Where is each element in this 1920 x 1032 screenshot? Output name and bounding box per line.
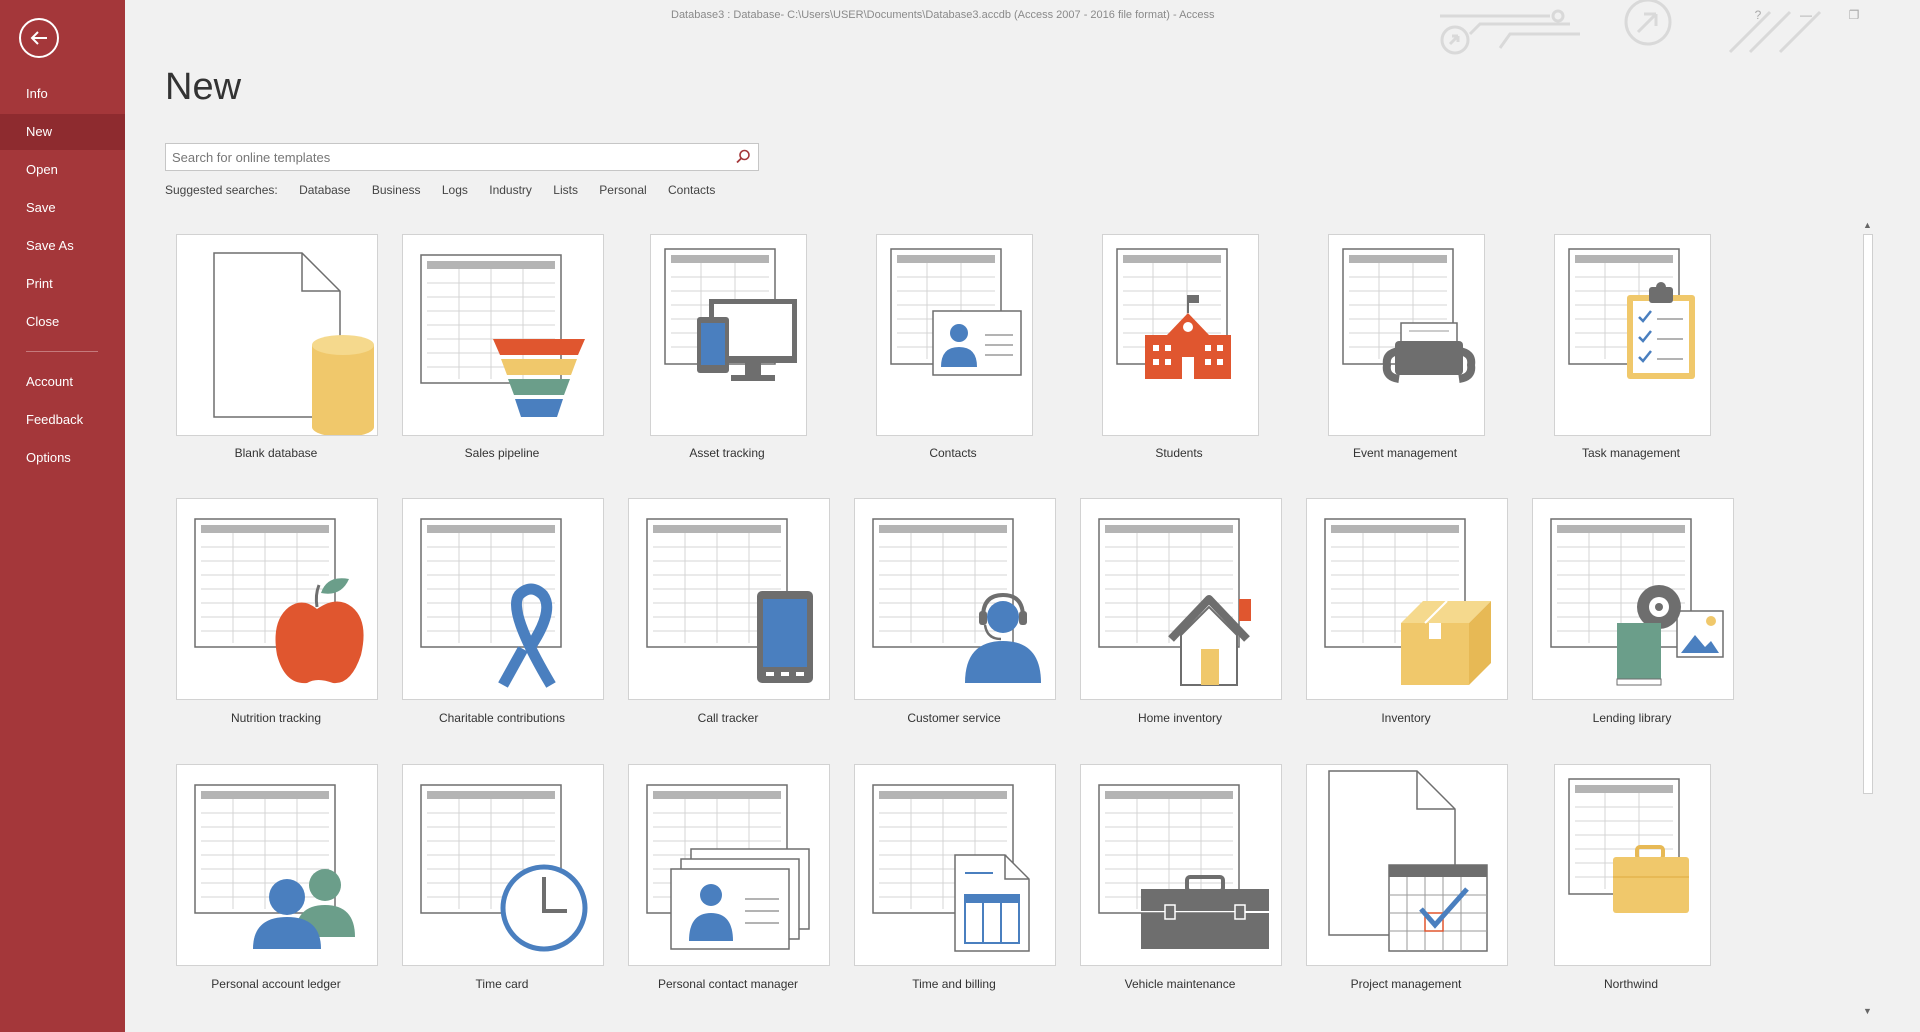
briefcase-icon	[1568, 778, 1689, 913]
template-label: Students	[1155, 446, 1203, 460]
template-tile-northwind[interactable]	[1554, 764, 1711, 966]
template-label: Sales pipeline	[464, 446, 540, 460]
nav-account[interactable]: Account	[0, 364, 125, 400]
template-tile-lending-library[interactable]	[1532, 498, 1734, 700]
box-icon	[1324, 518, 1491, 685]
template-label: Personal contact manager	[657, 977, 799, 991]
house-icon	[1098, 518, 1251, 686]
template-label: Project management	[1350, 977, 1462, 991]
nav-feedback[interactable]: Feedback	[0, 402, 125, 438]
contact-cards-icon	[646, 784, 810, 950]
nav-print[interactable]: Print	[0, 266, 125, 302]
back-button[interactable]	[19, 18, 59, 58]
template-tile-students[interactable]	[1102, 234, 1259, 436]
calendar-check-icon	[1328, 770, 1488, 952]
school-icon	[1116, 248, 1231, 379]
book-disc-picture-icon	[1550, 518, 1724, 686]
template-label: Blank database	[234, 446, 318, 460]
nav-info[interactable]: Info	[0, 76, 125, 112]
template-tile-time-and-billing[interactable]	[854, 764, 1056, 966]
template-tile-project-management[interactable]	[1306, 764, 1508, 966]
title-bar: Database3 : Database- C:\Users\USER\Docu…	[125, 0, 1920, 55]
minimize-button[interactable]: —	[1793, 5, 1819, 25]
template-label: Task management	[1581, 446, 1681, 460]
template-tile-home-inventory[interactable]	[1080, 498, 1282, 700]
backstage-sidebar: Info New Open Save Save As Print Close A…	[0, 0, 125, 1032]
people-icon	[194, 784, 355, 949]
restore-button[interactable]: ❐	[1841, 5, 1867, 25]
template-label: Event management	[1352, 446, 1458, 460]
template-label: Northwind	[1603, 977, 1659, 991]
template-label: Personal account ledger	[211, 977, 341, 991]
template-label: Lending library	[1592, 711, 1672, 725]
template-tile-personal-account-ledger[interactable]	[176, 764, 378, 966]
template-tile-call-tracker[interactable]	[628, 498, 830, 700]
sidebar-divider	[26, 351, 98, 352]
template-tile-inventory[interactable]	[1306, 498, 1508, 700]
suggested-link-business[interactable]: Business	[372, 183, 421, 197]
template-tile-time-card[interactable]	[402, 764, 604, 966]
toolbox-icon	[1098, 784, 1269, 949]
template-tile-customer-service[interactable]	[854, 498, 1056, 700]
template-label: Vehicle maintenance	[1124, 977, 1236, 991]
contact-card-icon	[890, 248, 1022, 376]
suggested-searches: Suggested searches: Database Business Lo…	[165, 183, 733, 197]
devices-icon	[664, 248, 797, 381]
template-tile-asset-tracking[interactable]	[650, 234, 807, 436]
scroll-thumb[interactable]	[1863, 234, 1873, 794]
suggested-link-contacts[interactable]: Contacts	[668, 183, 715, 197]
suggested-link-lists[interactable]: Lists	[553, 183, 578, 197]
nav-save-as[interactable]: Save As	[0, 228, 125, 264]
template-tile-charitable-contributions[interactable]	[402, 498, 604, 700]
nav-close[interactable]: Close	[0, 304, 125, 340]
template-label: Time card	[475, 977, 529, 991]
template-label: Call tracker	[697, 711, 759, 725]
help-button[interactable]: ?	[1745, 5, 1771, 25]
template-tile-task-management[interactable]	[1554, 234, 1711, 436]
nav-save[interactable]: Save	[0, 190, 125, 226]
nav-options[interactable]: Options	[0, 440, 125, 476]
template-label: Charitable contributions	[438, 711, 566, 725]
scroll-up-arrow-icon[interactable]: ▲	[1860, 218, 1875, 232]
scroll-down-arrow-icon[interactable]: ▼	[1860, 1004, 1875, 1018]
suggested-link-personal[interactable]: Personal	[599, 183, 646, 197]
window-title: Database3 : Database- C:\Users\USER\Docu…	[671, 9, 1215, 21]
apple-icon	[194, 518, 364, 684]
template-label: Customer service	[907, 711, 1001, 725]
suggested-searches-label: Suggested searches:	[165, 183, 278, 197]
template-label: Time and billing	[912, 977, 996, 991]
headset-agent-icon	[872, 518, 1041, 683]
template-tile-event-management[interactable]	[1328, 234, 1485, 436]
vertical-scrollbar[interactable]: ▲ ▼	[1860, 218, 1875, 1018]
template-label: Home inventory	[1137, 711, 1223, 725]
template-label: Asset tracking	[689, 446, 765, 460]
back-arrow-icon	[30, 31, 47, 45]
nav-new[interactable]: New	[0, 114, 125, 150]
search-input[interactable]	[166, 144, 728, 170]
phone-icon	[646, 518, 813, 683]
invoice-document-icon	[872, 784, 1030, 952]
search-icon[interactable]	[734, 148, 752, 166]
template-label: Inventory	[1381, 711, 1431, 725]
suggested-link-industry[interactable]: Industry	[489, 183, 532, 197]
clock-icon	[420, 784, 588, 952]
template-tile-nutrition-tracking[interactable]	[176, 498, 378, 700]
template-tile-contacts[interactable]	[876, 234, 1033, 436]
blank-database-icon	[213, 252, 374, 435]
template-label: Nutrition tracking	[230, 711, 322, 725]
template-tile-personal-contact-manager[interactable]	[628, 764, 830, 966]
template-tile-blank-database[interactable]	[176, 234, 378, 436]
suggested-link-logs[interactable]: Logs	[442, 183, 468, 197]
telephone-icon	[1342, 248, 1476, 383]
funnel-icon	[420, 254, 585, 417]
page-title: New	[165, 66, 242, 108]
nav-open[interactable]: Open	[0, 152, 125, 188]
suggested-link-database[interactable]: Database	[299, 183, 350, 197]
ribbon-icon	[420, 518, 562, 688]
template-tile-vehicle-maintenance[interactable]	[1080, 764, 1282, 966]
template-tile-sales-pipeline[interactable]	[402, 234, 604, 436]
template-label: Contacts	[929, 446, 977, 460]
template-search-box	[165, 143, 759, 171]
clipboard-checklist-icon	[1568, 248, 1695, 379]
